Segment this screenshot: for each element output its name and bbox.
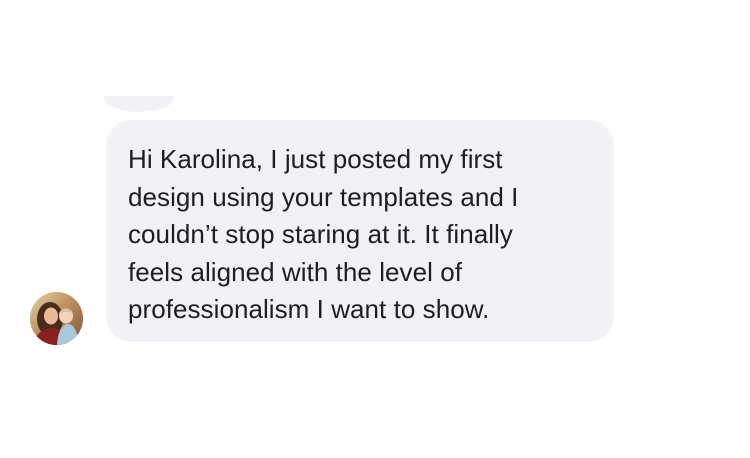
message-line: design using your templates and I [128,181,519,212]
message-line: feels aligned with the level of [128,256,462,287]
message-line: professionalism I want to show. [128,294,490,324]
avatar[interactable] [30,292,83,345]
previous-message-bubble [104,96,174,112]
message-line: Hi Karolina, I just posted my first [128,144,503,174]
message-bubble[interactable]: Hi Karolina, I just posted my first desi… [106,120,614,342]
message-line: couldn’t stop staring at it. It finally [128,219,513,249]
message-text: Hi Karolina, I just posted my first desi… [128,141,594,329]
user-avatar-icon [30,292,83,345]
